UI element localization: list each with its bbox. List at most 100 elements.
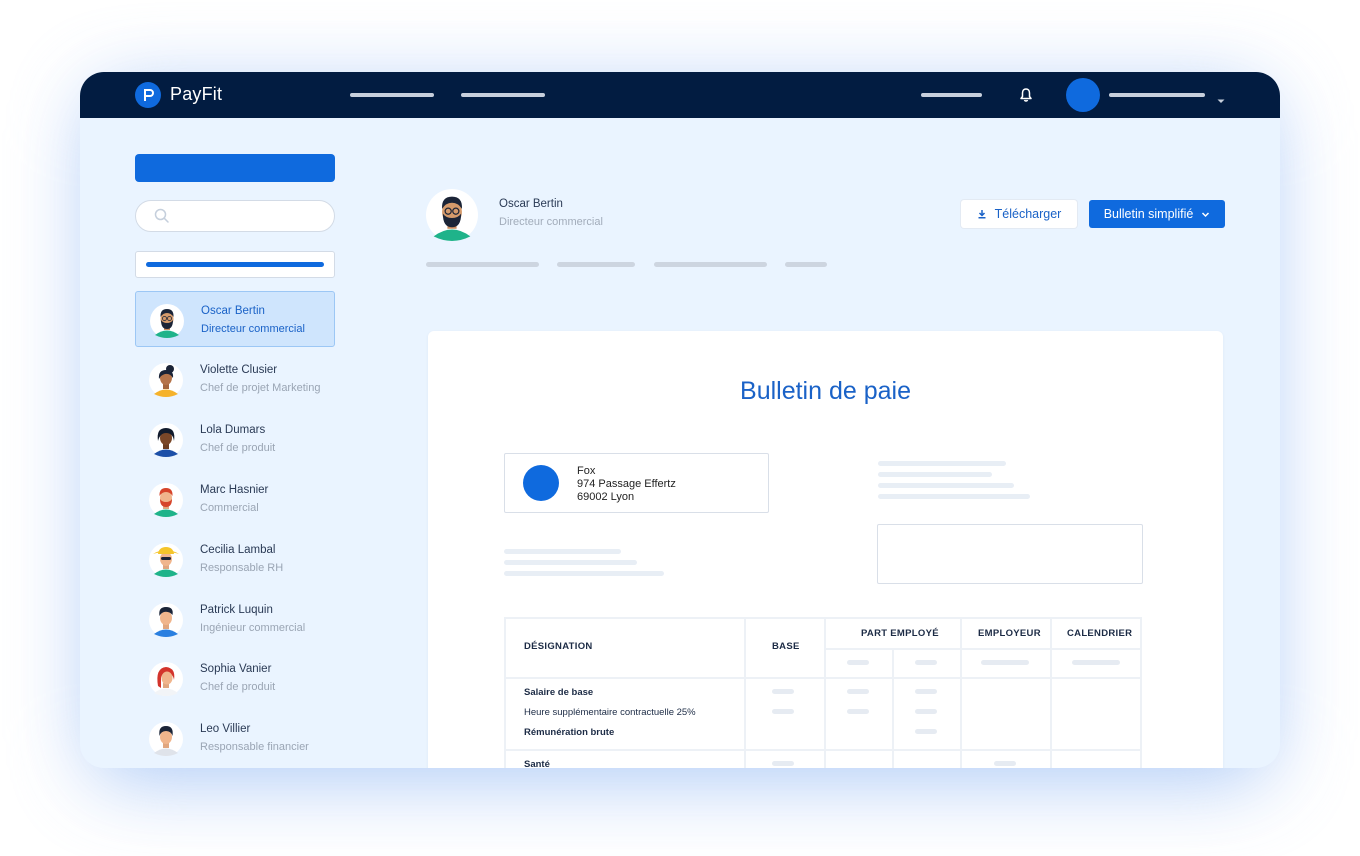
employee-item-leo-villier[interactable]: Leo Villier Responsable financier (135, 710, 335, 766)
chevron-down-icon (1202, 211, 1210, 217)
employee-role: Chef de produit (200, 442, 276, 454)
app-window: PayFit Oscar Bertin Directeur commercial… (80, 72, 1280, 768)
table-row-label: Salaire de base (524, 687, 594, 698)
avatar-icon (149, 423, 183, 457)
table-row-label: Heure supplémentaire contractuelle 25% (524, 707, 696, 718)
company-card: Fox 974 Passage Effertz 69002 Lyon (504, 453, 769, 513)
avatar-icon (149, 603, 183, 637)
bulletin-button-label: Bulletin simplifié (1103, 207, 1194, 221)
table-row-label: Santé (524, 759, 550, 768)
placeholder-line (504, 560, 637, 565)
employee-item-violette-clusier[interactable]: Violette Clusier Chef de projet Marketin… (135, 351, 335, 407)
table-border (504, 617, 1142, 619)
tab-3[interactable] (654, 262, 767, 267)
payslip-document: Bulletin de paie Fox 974 Passage Effertz… (428, 331, 1223, 768)
download-icon (978, 210, 986, 219)
column-header-part-employe: PART EMPLOYÉ (861, 628, 939, 639)
download-button[interactable]: Télécharger (961, 200, 1077, 228)
placeholder-cell (772, 689, 794, 694)
tab-4[interactable] (785, 262, 827, 267)
column-header-employeur: EMPLOYEUR (978, 628, 1041, 639)
selected-employee-role: Directeur commercial (499, 216, 603, 228)
employee-name: Lola Dumars (200, 424, 266, 436)
column-header-base: BASE (772, 641, 800, 652)
app-name[interactable]: PayFit (170, 84, 222, 105)
table-border (824, 648, 1142, 650)
placeholder-cell (981, 660, 1029, 665)
table-border (1140, 617, 1142, 768)
company-street: 974 Passage Effertz (577, 478, 676, 490)
employee-name: Oscar Bertin (201, 305, 265, 317)
placeholder-cell (847, 689, 869, 694)
bulletin-dropdown-button[interactable]: Bulletin simplifié (1089, 200, 1225, 228)
placeholder-cell (1072, 660, 1120, 665)
employee-name: Patrick Luquin (200, 604, 273, 616)
avatar-icon (150, 304, 184, 338)
avatar-icon (149, 363, 183, 397)
nav-link-1[interactable] (350, 93, 434, 97)
table-border (960, 617, 962, 768)
avatar-icon (149, 483, 183, 517)
placeholder-cell (915, 660, 937, 665)
placeholder-cell (847, 709, 869, 714)
selected-employee-name: Oscar Bertin (499, 198, 563, 210)
column-header-designation: DÉSIGNATION (524, 641, 593, 652)
column-header-calendrier: CALENDRIER (1067, 628, 1133, 639)
employee-name: Leo Villier (200, 723, 251, 735)
payfit-logo-icon[interactable] (135, 82, 161, 108)
placeholder-cell (994, 761, 1016, 766)
search-icon (154, 208, 169, 223)
employee-role: Responsable RH (200, 562, 284, 574)
nav-link-2[interactable] (461, 93, 545, 97)
tab-2[interactable] (557, 262, 635, 267)
avatar-icon (149, 543, 183, 577)
employee-role: Chef de projet Marketing (200, 382, 321, 394)
avatar-icon (149, 722, 183, 756)
placeholder-line (504, 571, 664, 576)
employee-role: Chef de produit (200, 681, 276, 693)
selected-employee-avatar (426, 189, 478, 241)
filter-select-value (146, 262, 324, 267)
nav-link-3[interactable] (921, 93, 982, 97)
tab-1[interactable] (426, 262, 539, 267)
placeholder-line (878, 494, 1030, 499)
employee-item-cecilia-lambal[interactable]: Cecilia Lambal Responsable RH (135, 531, 335, 587)
caret-down-icon[interactable] (1216, 92, 1226, 103)
placeholder-line (878, 483, 1014, 488)
company-name: Fox (577, 465, 596, 477)
placeholder-line (878, 461, 1006, 466)
user-name-placeholder[interactable] (1109, 93, 1205, 97)
company-logo (523, 465, 559, 501)
employee-item-lola-dumars[interactable]: Lola Dumars Chef de produit (135, 411, 335, 467)
search-input[interactable] (135, 200, 335, 232)
placeholder-cell (772, 709, 794, 714)
placeholder-cell (915, 689, 937, 694)
payslip-title: Bulletin de paie (740, 377, 911, 405)
employee-item-oscar-bertin[interactable]: Oscar Bertin Directeur commercial (135, 291, 335, 347)
table-border (1050, 617, 1052, 768)
bell-icon[interactable] (1018, 87, 1034, 103)
employee-address-box (877, 524, 1143, 584)
avatar-icon (149, 662, 183, 696)
user-avatar[interactable] (1066, 78, 1100, 112)
company-city: 69002 Lyon (577, 491, 635, 503)
table-border (744, 617, 746, 768)
top-navigation-bar: PayFit (80, 72, 1280, 118)
placeholder-cell (915, 729, 937, 734)
sidebar-primary-button[interactable] (135, 154, 335, 182)
employee-role: Directeur commercial (201, 323, 305, 335)
filter-select[interactable] (135, 251, 335, 278)
table-border (892, 648, 894, 768)
employee-item-sophia-vanier[interactable]: Sophia Vanier Chef de produit (135, 650, 335, 706)
table-border (504, 677, 1142, 679)
employee-item-marc-hasnier[interactable]: Marc Hasnier Commercial (135, 471, 335, 527)
placeholder-cell (915, 709, 937, 714)
employee-item-patrick-luquin[interactable]: Patrick Luquin Ingénieur commercial (135, 591, 335, 647)
placeholder-cell (847, 660, 869, 665)
table-row-label: Rémunération brute (524, 727, 615, 738)
employee-role: Ingénieur commercial (200, 622, 306, 634)
placeholder-line (504, 549, 621, 554)
employee-role: Commercial (200, 502, 259, 514)
placeholder-cell (772, 761, 794, 766)
employee-name: Cecilia Lambal (200, 544, 276, 556)
